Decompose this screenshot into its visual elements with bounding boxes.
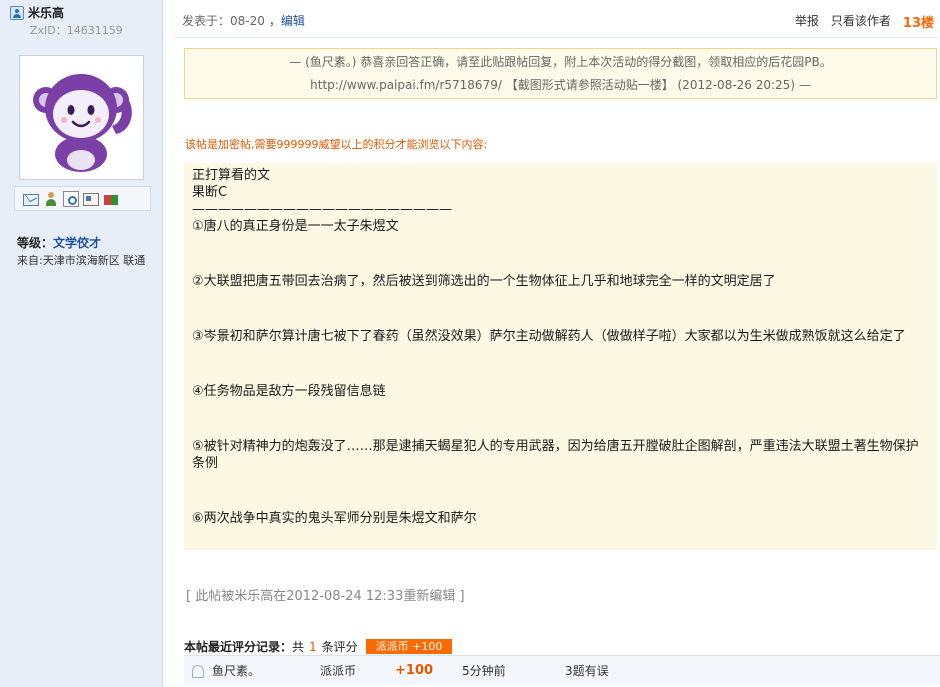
profile-card-icon[interactable] — [83, 192, 99, 206]
level-label: 等级： — [17, 236, 54, 250]
rating-count: 1 — [309, 639, 317, 654]
user-toolbar — [14, 186, 151, 211]
content-line: ②大联盟把唐五带回去治病了，然后被送到筛选出的一个生物体征上几乎和地球完全一样的… — [192, 274, 776, 289]
user-location: 来自:天津市滨海新区 联通 — [17, 254, 146, 267]
post-meta: 发表于：08-20 ，编辑 — [182, 12, 305, 29]
locked-notice: 该帖是加密帖,需要999999威望以上的积分才能浏览以下内容: — [185, 138, 488, 151]
post-date: 发表于：08-20 — [182, 14, 265, 28]
add-friend-icon[interactable] — [43, 191, 59, 207]
user-icon — [10, 5, 24, 20]
user-header: 米乐高 — [10, 4, 64, 21]
edit-link[interactable]: ，编辑 — [269, 14, 305, 28]
report-link[interactable]: 举报 — [795, 12, 819, 31]
rating-row: 鱼尺素。 派派币 +100 5分钟前 3题有误 — [184, 655, 940, 685]
reward-notice: — (鱼尺素。) 恭喜亲回答正确，请至此贴跟帖回复，附上本次活动的得分截图，领取… — [184, 48, 937, 99]
rating-value: +100 — [395, 663, 434, 678]
rating-label: 本帖最近评分记录： — [184, 640, 293, 654]
user-sidebar: 米乐高 ZxID：14631159 等级：文学佼才 来自:天津市滨海新区 联通 — [0, 0, 163, 687]
content-line: ④任务物品是敌方一段残留信息链 — [192, 384, 386, 399]
rater-avatar-icon — [190, 664, 204, 678]
gift-icon[interactable] — [103, 191, 119, 207]
avatar[interactable] — [19, 55, 144, 180]
username[interactable]: 米乐高 — [28, 4, 64, 21]
rating-type: 派派币 — [320, 664, 357, 678]
rating-total-suffix: 条评分 — [321, 640, 358, 654]
rating-reason: 3题有误 — [565, 664, 609, 678]
zxid: ZxID：14631159 — [30, 24, 123, 37]
avatar-monkey-image — [24, 60, 139, 175]
content-line: ③岑景初和萨尔算计唐七被下了春药（虽然没效果）萨尔主动做解药人（做做样子啦）大家… — [192, 329, 906, 344]
rating-time: 5分钟前 — [462, 664, 506, 678]
content-line: ———————————————————— — [192, 202, 452, 217]
floor-number: 13楼 — [902, 16, 934, 31]
content-line: ⑤被针对精神力的炮轰没了……那是逮捕天蝎星犯人的专用武器，因为给唐五开膛破肚企图… — [192, 439, 919, 471]
rating-badge: 派派币 +100 — [365, 639, 453, 654]
user-level: 等级：文学佼才 — [17, 234, 101, 251]
rater-name[interactable]: 鱼尺素。 — [212, 662, 320, 679]
content-line: ⑥两次战争中真实的鬼头军师分别是朱煜文和萨尔 — [192, 511, 477, 526]
divider — [174, 37, 938, 38]
rating-total-prefix: 共 — [292, 640, 305, 654]
post-content: 正打算看的文 果断C ———————————————————— ①唐八的真正身份… — [184, 163, 937, 550]
content-line: 果断C — [192, 185, 228, 200]
post-main: 发表于：08-20 ，编辑 举报 只看该作者 13楼 — (鱼尺素。) 恭喜亲回答… — [164, 0, 940, 687]
post-actions: 举报 只看该作者 13楼 — [795, 12, 934, 31]
content-line: 正打算看的文 — [192, 168, 271, 183]
search-posts-icon[interactable] — [63, 190, 79, 207]
content-line: ①唐八的真正身份是一一太子朱煜文 — [192, 219, 399, 234]
message-icon[interactable] — [23, 193, 39, 206]
rating-summary: 本帖最近评分记录： 共 1 条评分 派派币 +100 — [184, 638, 453, 655]
edit-history: [ 此帖被米乐高在2012-08-24 12:33重新编辑 ] — [186, 589, 465, 604]
level-value[interactable]: 文学佼才 — [53, 236, 101, 250]
only-author-link[interactable]: 只看该作者 — [831, 12, 891, 31]
